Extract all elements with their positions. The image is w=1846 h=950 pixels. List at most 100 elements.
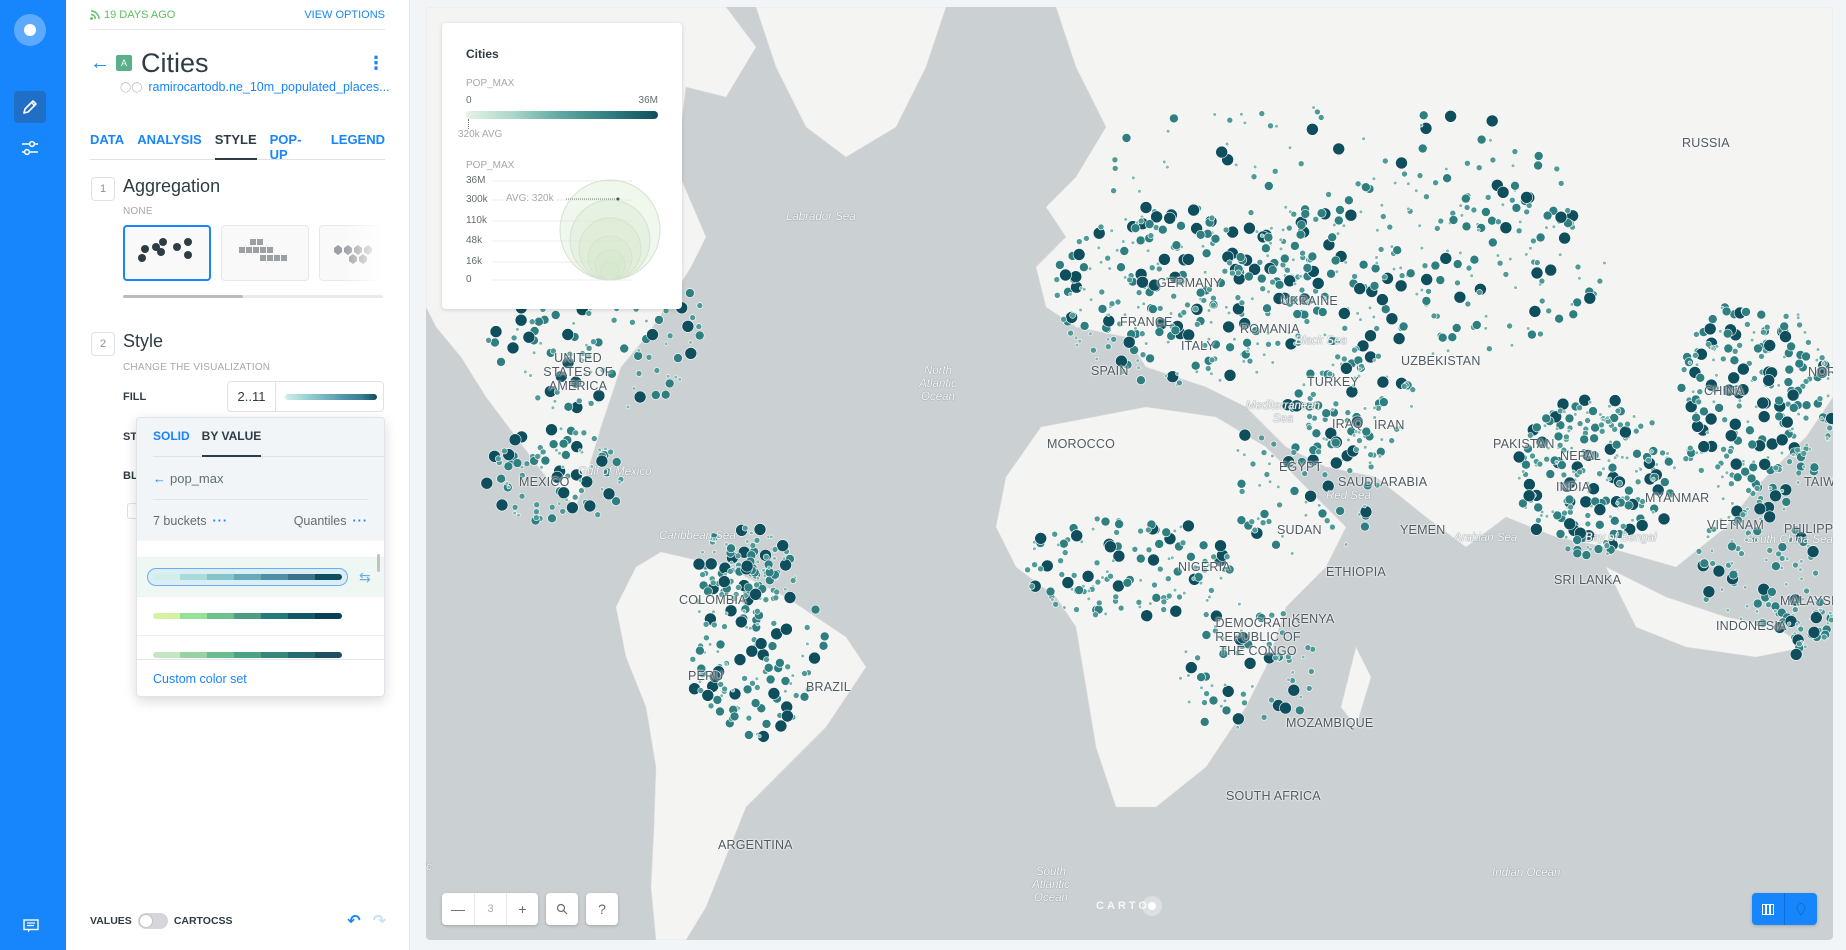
city-point bbox=[1248, 518, 1256, 526]
fill-color-ramp[interactable] bbox=[285, 393, 377, 400]
city-point bbox=[547, 513, 557, 524]
edit-nav-button[interactable] bbox=[14, 91, 46, 123]
tab-legend[interactable]: LEGEND bbox=[331, 128, 385, 159]
reverse-ramp-icon[interactable]: ⇆ bbox=[359, 569, 371, 586]
tab-style[interactable]: STYLE bbox=[214, 128, 257, 160]
color-ramp-option[interactable]: ⇆ bbox=[137, 558, 384, 597]
city-point bbox=[1110, 187, 1117, 194]
tab-popup[interactable]: POP-UP bbox=[270, 128, 318, 162]
fill-size-input[interactable]: 2..11 bbox=[228, 382, 276, 411]
color-ramp-option[interactable] bbox=[137, 541, 384, 558]
city-point bbox=[721, 623, 728, 630]
back-arrow-icon[interactable]: ← bbox=[153, 471, 166, 486]
tab-data[interactable]: DATA bbox=[90, 128, 124, 159]
city-point bbox=[1554, 459, 1559, 465]
ramp-swatch-bar bbox=[153, 652, 342, 658]
city-point bbox=[697, 609, 702, 614]
city-point bbox=[1086, 588, 1092, 594]
view-options-button[interactable]: VIEW OPTIONS bbox=[304, 9, 385, 21]
city-point bbox=[1527, 329, 1537, 340]
feedback-button[interactable] bbox=[22, 917, 40, 935]
city-point bbox=[1722, 328, 1733, 339]
city-point bbox=[1521, 469, 1526, 474]
city-point bbox=[1279, 701, 1292, 715]
aggregation-scroll-thumb[interactable] bbox=[123, 295, 243, 298]
tab-solid[interactable]: SOLID bbox=[153, 418, 190, 456]
tab-by-value[interactable]: BY VALUE bbox=[201, 418, 261, 457]
carto-attribution[interactable]: CARTO bbox=[1096, 896, 1162, 916]
aggregation-scrollbar[interactable] bbox=[123, 295, 383, 298]
zoom-in-button[interactable]: + bbox=[506, 893, 538, 925]
more-dots-icon[interactable]: ··· bbox=[353, 514, 369, 528]
city-point bbox=[1156, 565, 1164, 573]
city-point bbox=[1140, 609, 1154, 623]
city-point bbox=[1376, 293, 1389, 306]
size-legend-avg: AVG: 320k bbox=[506, 193, 556, 204]
city-point bbox=[1564, 545, 1572, 553]
buckets-option[interactable]: 7 buckets ··· bbox=[153, 514, 228, 528]
city-point bbox=[710, 621, 718, 629]
map-label-pakistan: PAKISTAN bbox=[1493, 437, 1555, 451]
city-point bbox=[1031, 561, 1038, 569]
tab-analysis[interactable]: ANALYSIS bbox=[137, 128, 202, 159]
redo-icon[interactable]: ↷ bbox=[373, 911, 386, 931]
city-point bbox=[1113, 529, 1120, 536]
help-button[interactable]: ? bbox=[586, 893, 618, 925]
layer-options-kebab-icon[interactable]: ⋮ bbox=[367, 54, 385, 72]
city-point bbox=[1395, 156, 1408, 170]
city-point bbox=[539, 465, 544, 470]
city-point bbox=[1370, 263, 1381, 274]
city-point bbox=[1362, 406, 1368, 411]
city-point bbox=[1818, 607, 1823, 613]
last-updated-text: 19 DAYS AGO bbox=[104, 8, 176, 21]
city-point bbox=[1444, 166, 1449, 172]
back-arrow-icon[interactable]: ← bbox=[90, 52, 116, 75]
city-point bbox=[1796, 412, 1801, 417]
field-selector[interactable]: ← pop_max bbox=[153, 458, 368, 500]
city-point bbox=[550, 405, 555, 410]
city-point bbox=[1420, 273, 1434, 286]
city-point bbox=[552, 399, 557, 404]
city-point bbox=[735, 584, 742, 591]
zoom-out-button[interactable]: — bbox=[442, 893, 474, 925]
carto-logo-icon[interactable] bbox=[14, 14, 46, 46]
more-dots-icon[interactable]: ··· bbox=[213, 514, 229, 528]
city-point bbox=[1476, 289, 1483, 296]
city-point bbox=[1737, 362, 1750, 376]
city-point bbox=[1077, 339, 1082, 344]
city-point bbox=[1206, 308, 1212, 313]
widgets-view-button[interactable] bbox=[1752, 893, 1784, 925]
city-point bbox=[1453, 290, 1467, 304]
cartocss-toggle[interactable] bbox=[137, 913, 168, 929]
city-point bbox=[1779, 321, 1789, 332]
settings-nav-button[interactable] bbox=[14, 132, 46, 164]
layer-source-name[interactable]: ramirocartodb.ne_10m_populated_places... bbox=[148, 80, 389, 94]
search-button[interactable] bbox=[546, 893, 578, 925]
method-option[interactable]: Quantiles ··· bbox=[294, 514, 368, 528]
color-ramp-option[interactable] bbox=[137, 597, 384, 636]
fill-control[interactable]: 2..11 bbox=[227, 381, 384, 412]
city-point bbox=[1787, 621, 1792, 626]
city-point bbox=[727, 567, 734, 575]
city-point bbox=[1222, 226, 1230, 234]
layer-title[interactable]: Cities bbox=[141, 48, 209, 79]
city-point bbox=[1766, 547, 1774, 554]
custom-color-set-link[interactable]: Custom color set bbox=[137, 659, 384, 696]
aggregation-points-option[interactable] bbox=[123, 225, 211, 281]
aggregation-options bbox=[123, 225, 383, 281]
undo-icon[interactable]: ↶ bbox=[347, 911, 360, 931]
map-view-button[interactable] bbox=[1784, 893, 1817, 925]
city-point bbox=[1105, 569, 1110, 574]
city-point bbox=[1360, 521, 1370, 532]
aggregation-squares-option[interactable] bbox=[221, 225, 309, 281]
layer-source[interactable]: ◯◯ ramirocartodb.ne_10m_populated_places… bbox=[120, 80, 390, 94]
ramp-list-scrollbar[interactable] bbox=[377, 554, 380, 572]
fill-mode-tabs: SOLID BY VALUE bbox=[153, 418, 384, 457]
city-point bbox=[1815, 347, 1821, 352]
city-point bbox=[1419, 246, 1425, 251]
color-ramp-option[interactable] bbox=[137, 636, 384, 659]
city-point bbox=[1194, 654, 1201, 662]
city-point bbox=[1201, 248, 1212, 259]
city-point bbox=[1058, 571, 1066, 578]
city-point bbox=[1377, 454, 1383, 459]
